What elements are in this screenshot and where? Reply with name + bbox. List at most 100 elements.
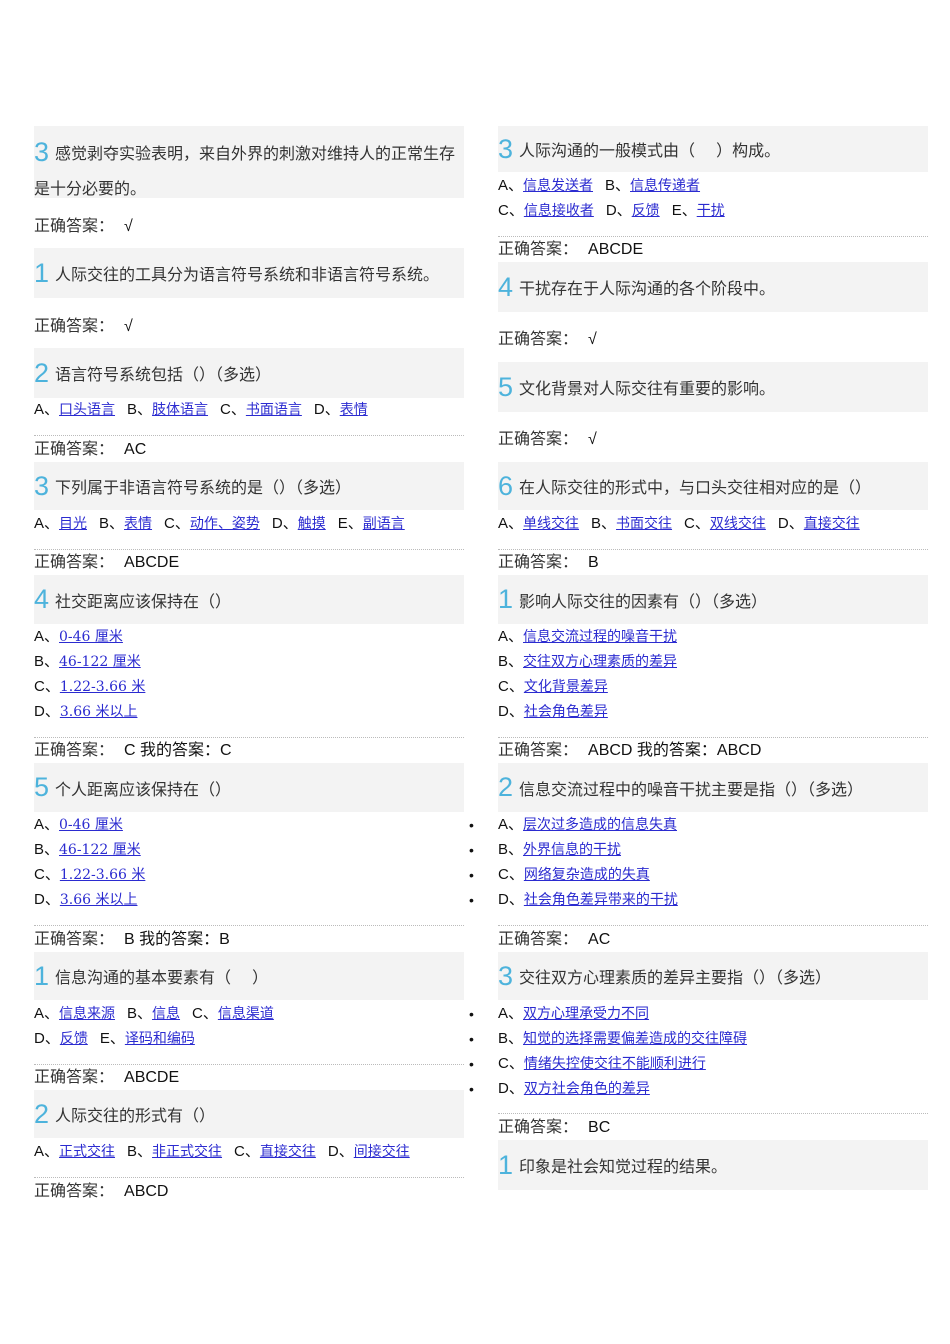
option-item[interactable]: C、信息渠道 (192, 1005, 274, 1022)
option-link[interactable]: 外界信息的干扰 (523, 842, 621, 858)
option-link[interactable]: 反馈 (632, 203, 660, 219)
option-item[interactable]: A、单线交往 (498, 515, 579, 532)
option-link[interactable]: 3.66 米以上 (60, 704, 138, 720)
option-letter: A、 (34, 816, 60, 833)
option-item[interactable]: D、反馈 (606, 202, 660, 219)
option-item[interactable]: A、层次过多造成的信息失真 (498, 816, 677, 833)
option-link[interactable]: 网络复杂造成的失真 (524, 867, 650, 883)
option-link[interactable]: 干扰 (697, 203, 725, 219)
option-link[interactable]: 社会角色差异 (524, 704, 608, 720)
option-item[interactable]: A、口头语言 (34, 401, 115, 418)
option-item[interactable]: B、书面交往 (591, 515, 672, 532)
option-link[interactable]: 双方社会角色的差异 (524, 1081, 650, 1097)
option-item[interactable]: D、反馈 (34, 1030, 88, 1047)
option-item[interactable]: B、非正式交往 (127, 1143, 222, 1160)
question-header: 2 语言符号系统包括（）（多选） (34, 348, 464, 398)
option-link[interactable]: 1.22-3.66 米 (60, 679, 146, 695)
option-item[interactable]: D、双方社会角色的差异 (498, 1080, 650, 1097)
answer-value: ABCDE (124, 554, 180, 571)
question-text: 信息沟通的基本要素有（ ） (55, 968, 269, 987)
option-item[interactable]: C、动作、姿势 (164, 515, 260, 532)
option-item[interactable]: D、社会角色差异 (498, 703, 608, 720)
option-item[interactable]: A、0-46 厘米 (34, 816, 123, 833)
option-item[interactable]: D、间接交往 (328, 1143, 410, 1160)
option-item[interactable]: B、信息 (127, 1005, 180, 1022)
option-link[interactable]: 0-46 厘米 (59, 629, 123, 645)
option-item[interactable]: C、1.22-3.66 米 (34, 866, 145, 883)
option-item[interactable]: C、信息接收者 (498, 202, 594, 219)
option-item[interactable]: B、信息传递者 (605, 177, 700, 194)
option-item[interactable]: C、双线交往 (684, 515, 766, 532)
option-link[interactable]: 知觉的选择需要偏差造成的交往障碍 (523, 1031, 747, 1047)
option-link[interactable]: 信息发送者 (523, 178, 593, 194)
option-link[interactable]: 非正式交往 (152, 1144, 222, 1160)
option-link[interactable]: 正式交往 (59, 1144, 115, 1160)
option-item[interactable]: E、干扰 (672, 202, 725, 219)
option-link[interactable]: 反馈 (60, 1031, 88, 1047)
option-link[interactable]: 层次过多造成的信息失真 (523, 817, 677, 833)
option-link[interactable]: 信息来源 (59, 1006, 115, 1022)
option-link[interactable]: 口头语言 (59, 402, 115, 418)
option-link[interactable]: 译码和编码 (125, 1031, 195, 1047)
option-link[interactable]: 双线交往 (710, 516, 766, 532)
option-item[interactable]: A、信息发送者 (498, 177, 593, 194)
option-item[interactable]: C、网络复杂造成的失真 (498, 866, 650, 883)
option-link[interactable]: 单线交往 (523, 516, 579, 532)
option-item[interactable]: D、表情 (314, 401, 368, 418)
option-item[interactable]: D、直接交往 (778, 515, 860, 532)
option-link[interactable]: 信息 (152, 1006, 180, 1022)
option-item[interactable]: C、情绪失控使交往不能顺利进行 (498, 1055, 706, 1072)
option-item[interactable]: B、46-122 厘米 (34, 653, 141, 670)
option-item[interactable]: B、交往双方心理素质的差异 (498, 653, 677, 670)
option-item[interactable]: D、3.66 米以上 (34, 703, 137, 720)
option-link[interactable]: 交往双方心理素质的差异 (523, 654, 677, 670)
option-item[interactable]: D、社会角色差异带来的干扰 (498, 891, 678, 908)
option-link[interactable]: 双方心理承受力不同 (523, 1006, 649, 1022)
option-item[interactable]: C、文化背景差异 (498, 678, 608, 695)
option-link[interactable]: 直接交往 (804, 516, 860, 532)
option-link[interactable]: 文化背景差异 (524, 679, 608, 695)
option-link[interactable]: 直接交往 (260, 1144, 316, 1160)
option-item[interactable]: C、直接交往 (234, 1143, 316, 1160)
option-item[interactable]: A、双方心理承受力不同 (498, 1005, 649, 1022)
option-item[interactable]: C、1.22-3.66 米 (34, 678, 145, 695)
option-item[interactable]: E、副语言 (338, 515, 405, 532)
option-item[interactable]: A、目光 (34, 515, 87, 532)
option-link[interactable]: 书面语言 (246, 402, 302, 418)
option-link[interactable]: 表情 (340, 402, 368, 418)
option-item[interactable]: B、肢体语言 (127, 401, 208, 418)
option-link[interactable]: 社会角色差异带来的干扰 (524, 892, 678, 908)
option-link[interactable]: 46-122 厘米 (59, 654, 141, 670)
bullet-icon: • (469, 1006, 474, 1022)
option-item[interactable]: A、0-46 厘米 (34, 628, 123, 645)
option-link[interactable]: 情绪失控使交往不能顺利进行 (524, 1056, 706, 1072)
answer-label: 正确答案： (34, 216, 115, 235)
option-item[interactable]: B、表情 (99, 515, 152, 532)
option-item[interactable]: A、信息来源 (34, 1005, 115, 1022)
option-item[interactable]: A、正式交往 (34, 1143, 115, 1160)
option-link[interactable]: 信息传递者 (630, 178, 700, 194)
option-link[interactable]: 46-122 厘米 (59, 842, 141, 858)
option-link[interactable]: 0-46 厘米 (59, 817, 123, 833)
option-link[interactable]: 信息渠道 (218, 1006, 274, 1022)
option-item[interactable]: B、知觉的选择需要偏差造成的交往障碍 (498, 1030, 747, 1047)
option-link[interactable]: 间接交往 (354, 1144, 410, 1160)
option-link[interactable]: 肢体语言 (152, 402, 208, 418)
option-link[interactable]: 表情 (124, 516, 152, 532)
option-item[interactable]: E、译码和编码 (100, 1030, 195, 1047)
option-item[interactable]: A、信息交流过程的噪音干扰 (498, 628, 677, 645)
option-item[interactable]: D、3.66 米以上 (34, 891, 137, 908)
option-item[interactable]: C、书面语言 (220, 401, 302, 418)
option-link[interactable]: 目光 (59, 516, 87, 532)
option-item[interactable]: B、外界信息的干扰 (498, 841, 621, 858)
option-link[interactable]: 3.66 米以上 (60, 892, 138, 908)
option-link[interactable]: 信息接收者 (524, 203, 594, 219)
option-link[interactable]: 动作、姿势 (190, 516, 260, 532)
option-link[interactable]: 触摸 (298, 516, 326, 532)
option-link[interactable]: 书面交往 (616, 516, 672, 532)
option-item[interactable]: B、46-122 厘米 (34, 841, 141, 858)
option-link[interactable]: 副语言 (363, 516, 405, 532)
option-item[interactable]: D、触摸 (272, 515, 326, 532)
option-link[interactable]: 信息交流过程的噪音干扰 (523, 629, 677, 645)
option-link[interactable]: 1.22-3.66 米 (60, 867, 146, 883)
